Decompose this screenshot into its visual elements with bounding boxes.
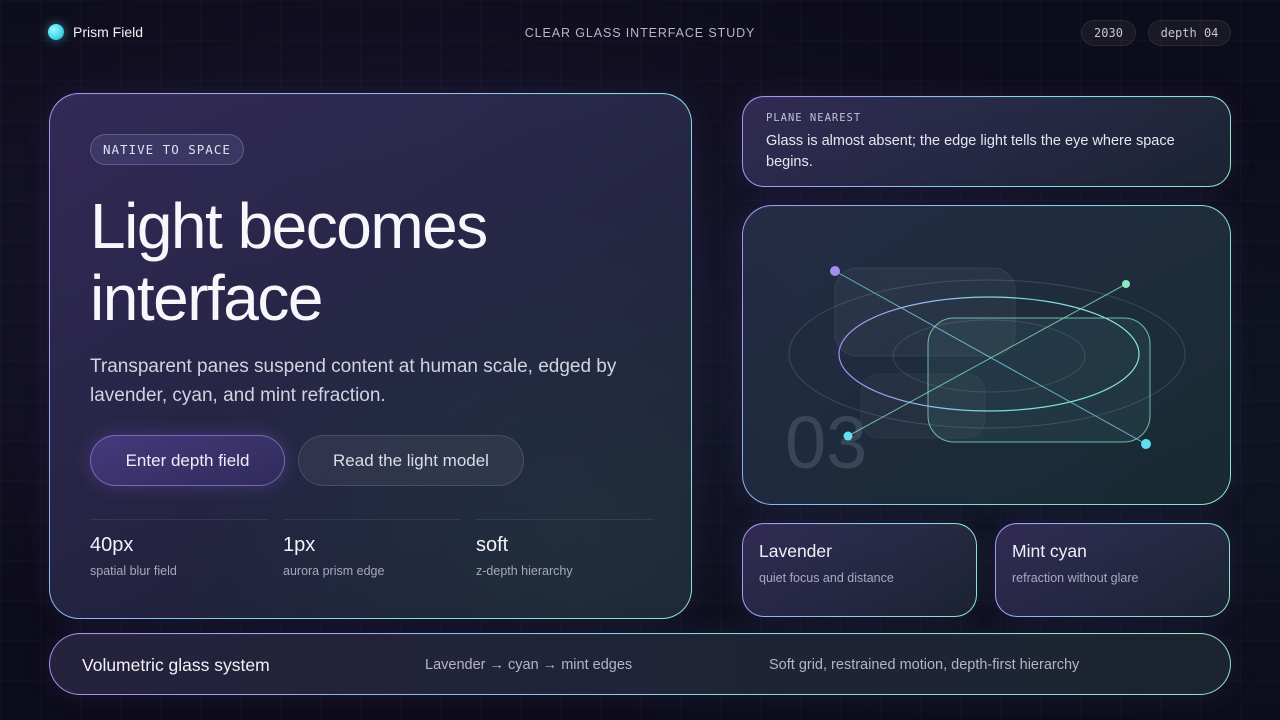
footer-edges: Lavender → cyan → mint edges <box>425 657 633 673</box>
stat-value: 1px <box>283 534 316 556</box>
stat-label: spatial blur field <box>90 564 177 578</box>
stat-hierarchy: soft z-depth hierarchy <box>476 519 654 578</box>
stat-label: aurora prism edge <box>283 564 385 578</box>
stat-label: z-depth hierarchy <box>476 564 573 578</box>
native-badge: NATIVE TO SPACE <box>90 134 244 165</box>
footer-principles: Soft grid, restrained motion, depth-firs… <box>769 657 1080 673</box>
hero-description: Transparent panes suspend content at hum… <box>90 356 617 406</box>
plane-nearest-kicker: PLANE NEAREST <box>766 112 862 124</box>
stat-edge: 1px aurora prism edge <box>283 519 461 578</box>
swatch-title: Lavender <box>759 541 832 561</box>
depth-chip: depth 04 <box>1148 20 1231 46</box>
front-pane <box>927 317 1151 443</box>
stat-value: 40px <box>90 534 134 556</box>
mint-cyan-card: Mint cyan refraction without glare <box>995 523 1230 617</box>
read-light-model-button[interactable]: Read the light model <box>298 435 524 486</box>
system-footer: Volumetric glass system Lavender → cyan … <box>49 633 1231 695</box>
plane-nearest-card: PLANE NEAREST Glass is almost absent; th… <box>742 96 1231 187</box>
swatch-title: Mint cyan <box>1012 541 1087 561</box>
depth-visual-panel: 03 <box>742 205 1231 505</box>
year-chip: 2030 <box>1081 20 1136 46</box>
lavender-node <box>830 266 840 276</box>
depth-visual: 03 <box>785 266 1186 484</box>
hero-title: Light becomes interface <box>90 190 488 334</box>
footer-title: Volumetric glass system <box>82 655 270 675</box>
enter-depth-field-button[interactable]: Enter depth field <box>90 435 285 486</box>
lavender-card: Lavender quiet focus and distance <box>742 523 977 617</box>
swatch-description: refraction without glare <box>1012 571 1139 585</box>
cyan-node <box>1141 439 1151 449</box>
swatch-description: quiet focus and distance <box>759 571 894 585</box>
plane-nearest-text: Glass is almost absent; the edge light t… <box>766 133 1175 170</box>
stat-blur: 40px spatial blur field <box>90 519 268 578</box>
visual-index: 03 <box>785 401 867 484</box>
stat-value: soft <box>476 534 509 556</box>
hero-panel: NATIVE TO SPACE Light becomes interface … <box>49 93 692 619</box>
mint-node <box>1122 280 1130 288</box>
